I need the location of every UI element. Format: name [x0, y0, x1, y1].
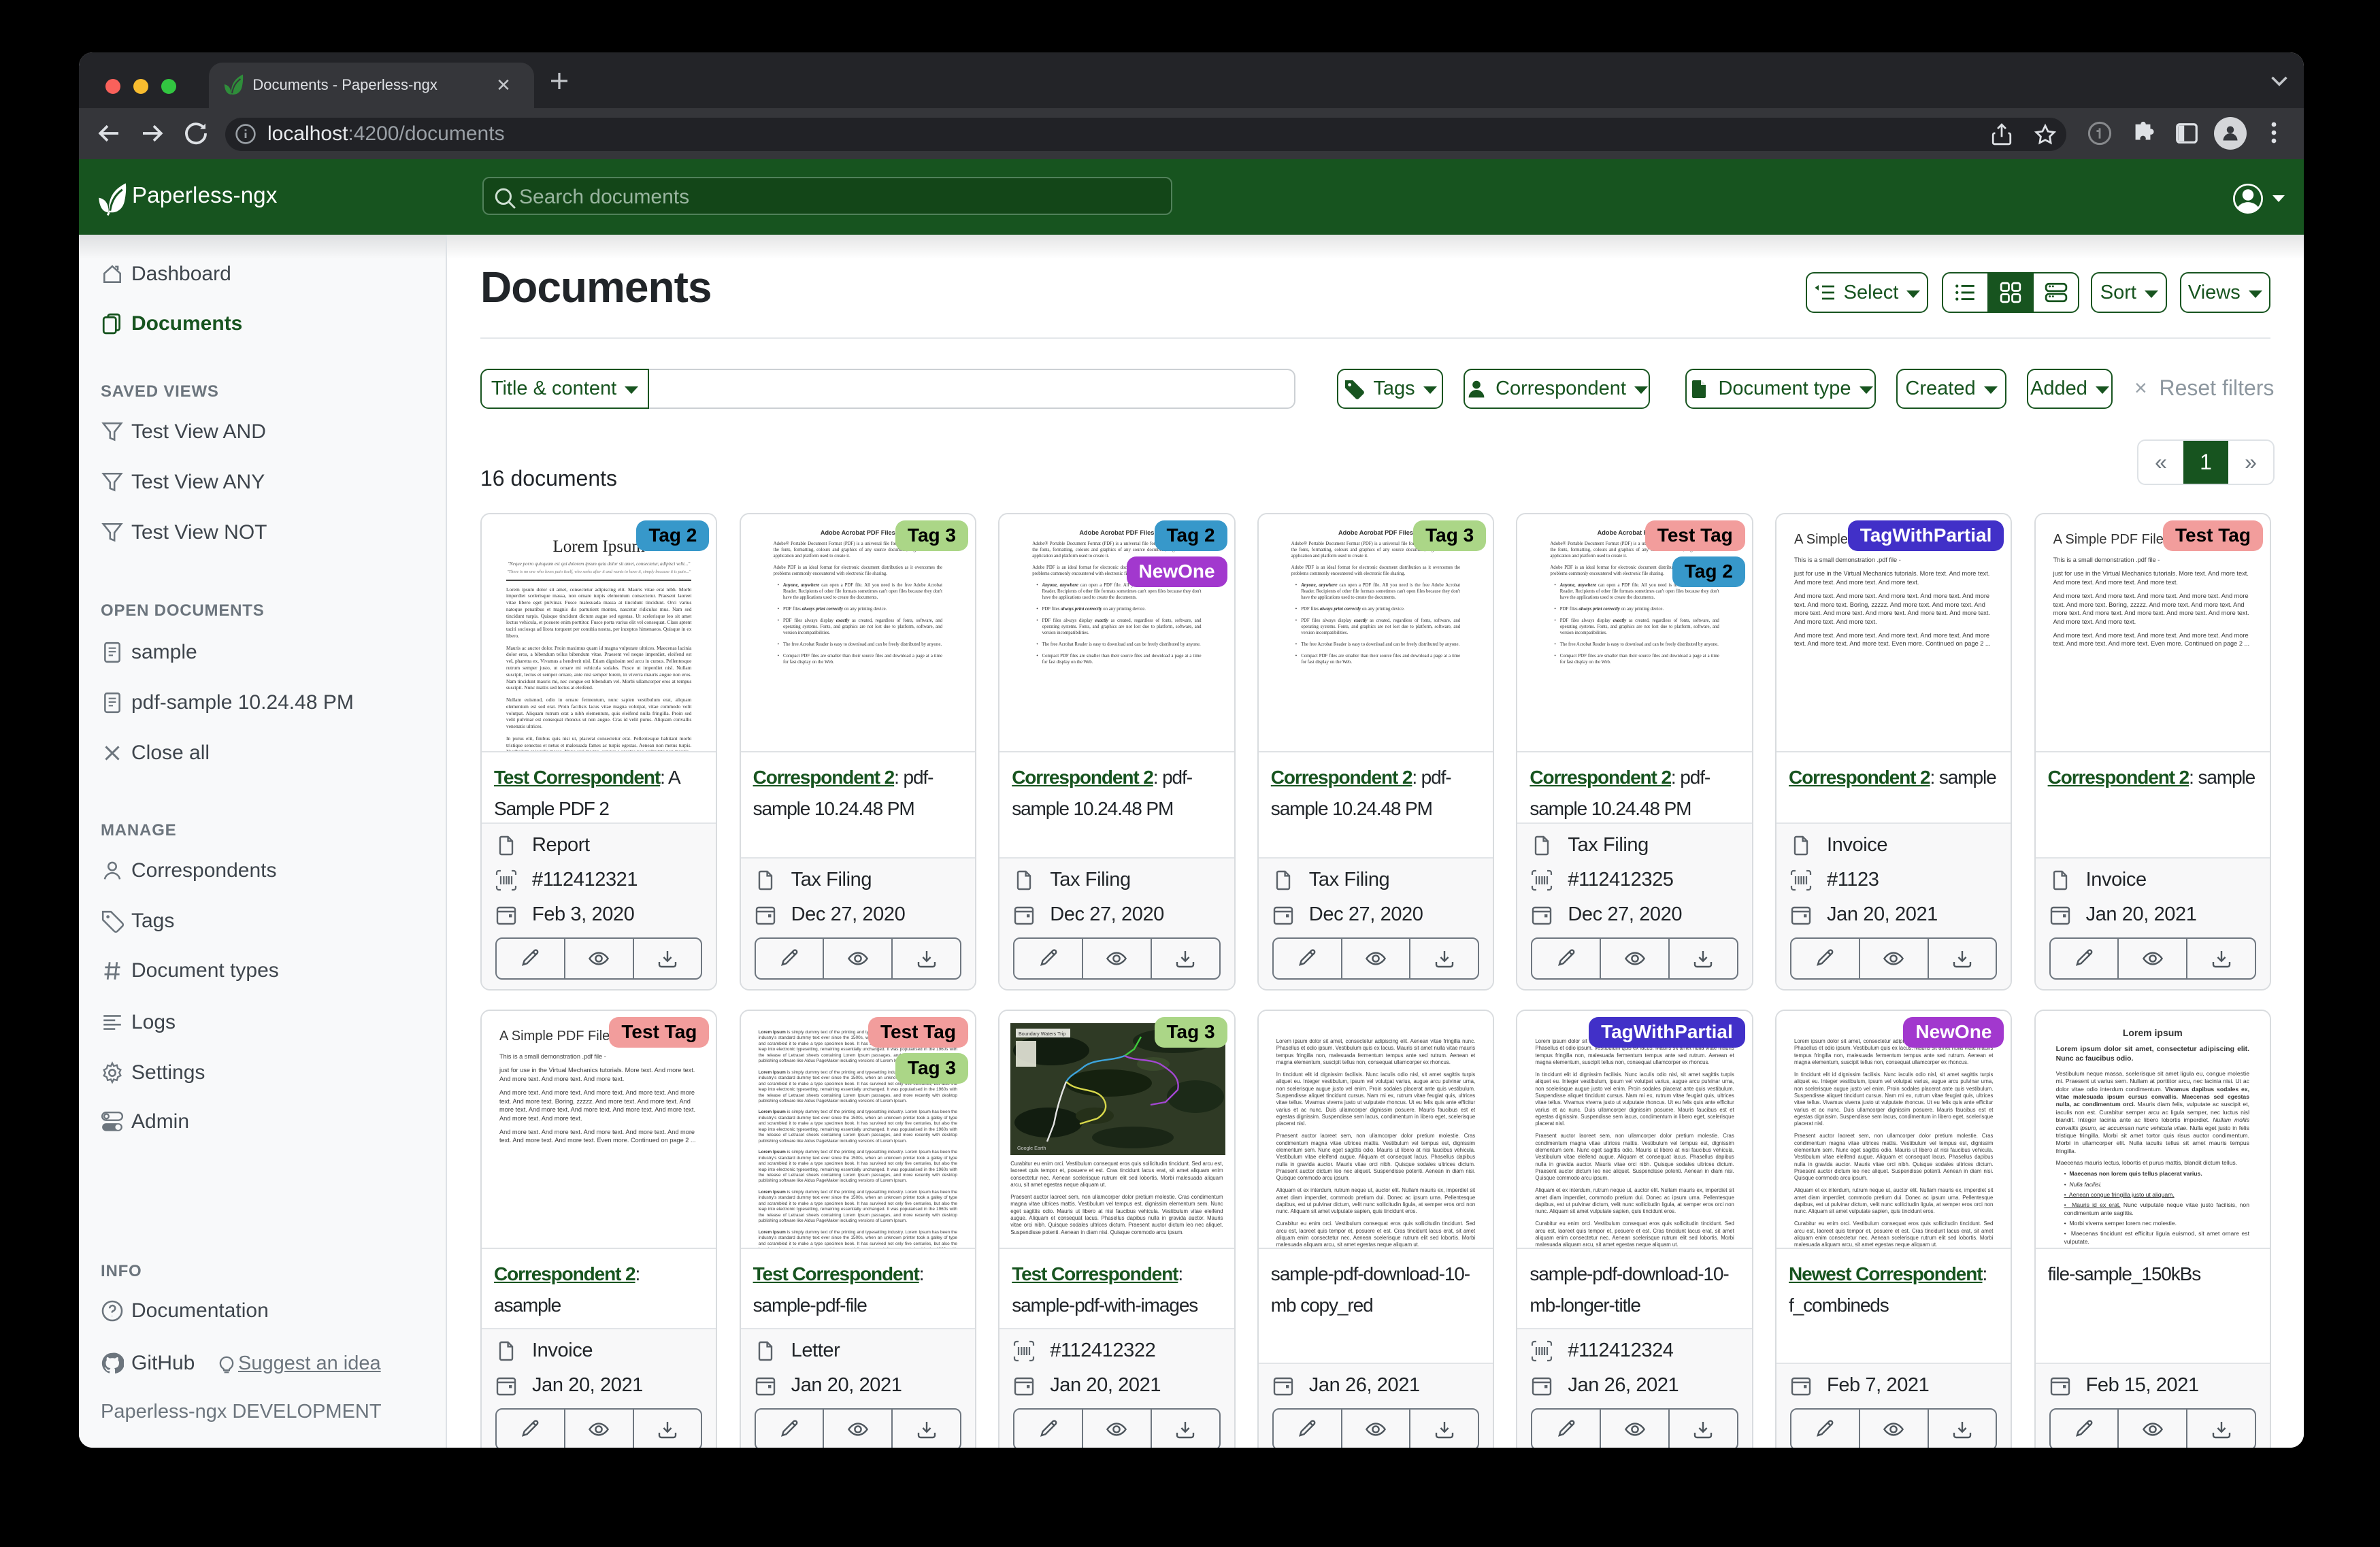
- svg-text:Google Earth: Google Earth: [1017, 1145, 1046, 1151]
- svg-text:Boundary Waters Trip: Boundary Waters Trip: [1019, 1031, 1065, 1037]
